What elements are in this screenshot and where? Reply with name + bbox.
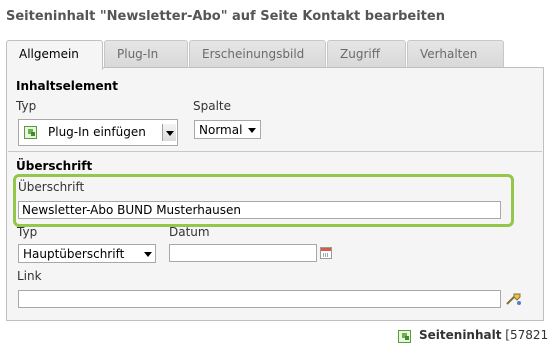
- footer-element-type: Seiteninhalt: [419, 328, 502, 342]
- header-type-label: Typ: [17, 225, 38, 239]
- tab-erscheinungsbild[interactable]: Erscheinungsbild: [189, 40, 326, 68]
- plugin-icon: [24, 126, 37, 139]
- link-wizard-icon[interactable]: [506, 292, 522, 306]
- content-type-select[interactable]: Plug-In einfügen: [18, 119, 178, 146]
- link-input[interactable]: [18, 290, 501, 308]
- chevron-down-icon: [248, 127, 256, 133]
- column-select-value: Normal: [199, 123, 243, 137]
- column-select[interactable]: Normal: [194, 120, 261, 139]
- section-divider: [8, 151, 542, 152]
- page-title: Seiteninhalt "Newsletter-Abo" auf Seite …: [6, 9, 445, 24]
- content-element-icon: [398, 330, 411, 343]
- calendar-icon[interactable]: [320, 247, 332, 259]
- footer-record-info: Seiteninhalt [57821]: [419, 328, 549, 342]
- tab-verhalten[interactable]: Verhalten: [407, 40, 504, 68]
- spalte-label: Spalte: [193, 99, 232, 113]
- header-type-value: Hauptüberschrift: [23, 247, 125, 261]
- date-input[interactable]: [169, 244, 317, 262]
- form-panel: Inhaltselement Typ Plug-In einfügen Spal…: [6, 67, 544, 321]
- tab-allgemein[interactable]: Allgemein: [6, 40, 103, 70]
- chevron-down-icon: [144, 251, 152, 257]
- tab-plugin[interactable]: Plug-In: [104, 40, 188, 68]
- typ-label: Typ: [16, 99, 37, 113]
- ueberschrift-field-label: Überschrift: [18, 180, 85, 194]
- header-type-select[interactable]: Hauptüberschrift: [18, 244, 156, 263]
- link-label: Link: [17, 269, 42, 283]
- datum-label: Datum: [169, 225, 210, 239]
- footer-element-id: [57821]: [505, 328, 549, 342]
- section-heading-ueberschrift: Überschrift: [16, 159, 93, 173]
- content-type-value: Plug-In einfügen: [48, 125, 146, 139]
- section-heading-inhaltselement: Inhaltselement: [16, 79, 118, 93]
- headline-input[interactable]: Newsletter-Abo BUND Musterhausen: [18, 201, 501, 219]
- tab-zugriff[interactable]: Zugriff: [327, 40, 406, 68]
- chevron-down-icon: [162, 124, 176, 141]
